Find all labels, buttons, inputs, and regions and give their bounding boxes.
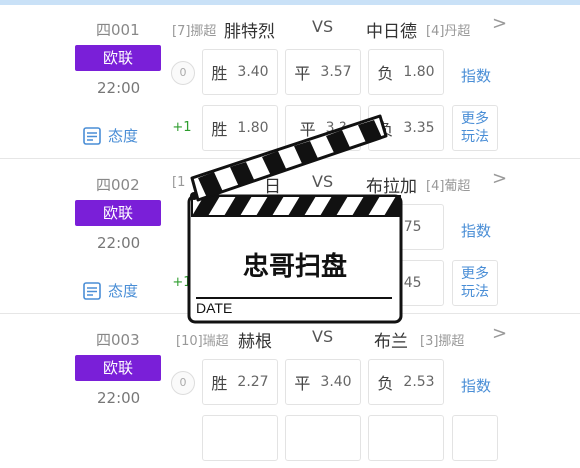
index-link[interactable]: 指数 xyxy=(461,220,491,241)
odds-win[interactable]: 胜 3.40 xyxy=(202,49,278,95)
clapperboard-overlay: 忠哥扫盘 DATE xyxy=(180,108,410,328)
attitude-link[interactable]: 态度 xyxy=(82,280,138,301)
attitude-label: 态度 xyxy=(108,282,139,300)
index-link[interactable]: 指数 xyxy=(461,375,491,396)
index-link[interactable]: 指数 xyxy=(461,65,491,86)
match-number: 四001 xyxy=(96,21,140,39)
document-icon xyxy=(83,281,101,300)
home-team: 腓特烈 xyxy=(224,22,275,42)
odds-lose[interactable] xyxy=(368,415,444,461)
home-rank: [7]挪超 xyxy=(172,24,217,39)
chevron-right-icon[interactable]: > xyxy=(492,13,507,34)
handicap-badge: 0 xyxy=(171,371,195,395)
match-card[interactable]: 四003 欧联 22:00 [10]瑞超 赫根 VS 布兰 [3]挪超 > 0 … xyxy=(0,315,580,468)
match-time: 22:00 xyxy=(97,389,141,407)
away-rank: [3]挪超 xyxy=(420,334,465,349)
clapperboard-icon xyxy=(187,114,403,324)
chevron-right-icon[interactable]: > xyxy=(492,168,507,189)
teams-row: [7]挪超 腓特烈 VS 中日德 [4]丹超 xyxy=(172,17,502,42)
league-badge: 欧联 xyxy=(75,45,161,71)
match-number: 四002 xyxy=(96,176,140,194)
chevron-right-icon[interactable]: > xyxy=(492,323,507,344)
match-number: 四003 xyxy=(96,331,140,349)
more-options-button[interactable]: 更多 玩法 xyxy=(452,105,498,151)
league-badge: 欧联 xyxy=(75,355,161,381)
odds-lose[interactable]: 负 1.80 xyxy=(368,49,444,95)
league-badge: 欧联 xyxy=(75,200,161,226)
more-options-button[interactable] xyxy=(452,415,498,461)
odds-win[interactable]: 胜 2.27 xyxy=(202,359,278,405)
attitude-link[interactable]: 态度 xyxy=(82,125,138,146)
home-rank: [10]瑞超 xyxy=(176,334,229,349)
away-team: 布兰 xyxy=(374,332,408,352)
attitude-label: 态度 xyxy=(108,127,139,145)
more-options-button[interactable]: 更多 玩法 xyxy=(452,260,498,306)
handicap-badge: 0 xyxy=(171,61,195,85)
home-team: 赫根 xyxy=(238,332,272,352)
odds-lose[interactable]: 负 2.53 xyxy=(368,359,444,405)
vs-label: VS xyxy=(312,17,334,36)
board-date-label: DATE xyxy=(196,300,233,316)
odds-win[interactable] xyxy=(202,415,278,461)
away-team: 中日德 xyxy=(366,22,417,42)
match-time: 22:00 xyxy=(97,79,141,97)
away-rank: [4]丹超 xyxy=(426,24,471,39)
teams-row: [10]瑞超 赫根 VS 布兰 [3]挪超 xyxy=(172,327,502,352)
document-icon xyxy=(83,126,101,145)
odds-draw[interactable]: 平 3.40 xyxy=(285,359,361,405)
odds-draw[interactable] xyxy=(285,415,361,461)
match-time: 22:00 xyxy=(97,234,141,252)
odds-draw[interactable]: 平 3.57 xyxy=(285,49,361,95)
away-rank: [4]葡超 xyxy=(426,179,471,194)
vs-label: VS xyxy=(312,327,334,346)
board-title: 忠哥扫盘 xyxy=(242,252,347,282)
